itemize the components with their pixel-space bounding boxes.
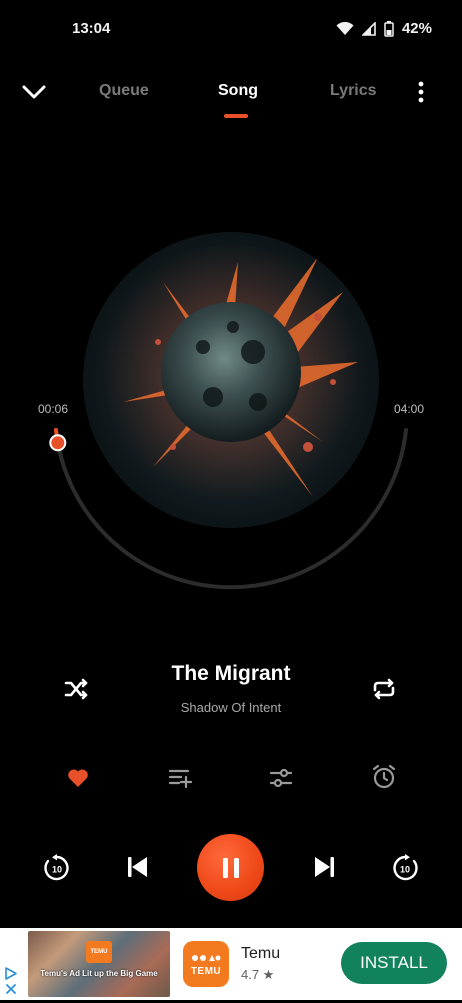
temu-icon-label: TEMU: [190, 965, 222, 977]
album-artwork: [83, 232, 379, 528]
repeat-button[interactable]: [371, 676, 397, 702]
heart-icon: [68, 769, 88, 787]
forward-seconds: 10: [400, 865, 410, 875]
skip-next-icon: [315, 857, 334, 877]
alarm-icon: [372, 764, 396, 789]
artwork-image: [101, 242, 361, 502]
ad-choices-icon: [5, 967, 17, 994]
skip-previous-icon: [128, 857, 147, 877]
equalizer-icon: [269, 768, 293, 788]
elapsed-time: 00:06: [38, 402, 69, 416]
replay-10-icon: 10: [44, 854, 69, 881]
forward-10-icon: 10: [393, 854, 418, 881]
playlist-add-icon: [168, 769, 193, 789]
sleep-timer-button[interactable]: [371, 764, 397, 790]
rewind-seconds: 10: [52, 865, 62, 875]
previous-track-button[interactable]: [126, 855, 148, 879]
repeat-icon: [373, 678, 395, 700]
pause-icon: [222, 857, 239, 878]
ad-rating: 4.7 ★: [241, 967, 275, 982]
play-pause-button[interactable]: [197, 834, 264, 901]
total-time: 04:00: [394, 402, 425, 416]
ad-thumbnail-logo: TEMU: [86, 941, 112, 963]
equalizer-button[interactable]: [269, 766, 293, 790]
forward-10-button[interactable]: 10: [390, 853, 420, 883]
ad-banner[interactable]: TEMU Temu's Ad Lit up the Big Game TEMU …: [0, 928, 462, 1000]
temu-logo-icon: [192, 954, 221, 961]
ad-app-name: Temu: [241, 945, 281, 962]
progress-thumb[interactable]: [49, 434, 67, 452]
temu-app-icon[interactable]: TEMU: [183, 941, 229, 987]
ad-choices[interactable]: [3, 964, 19, 998]
add-to-playlist-button[interactable]: [168, 766, 193, 790]
song-artist[interactable]: Shadow Of Intent: [0, 700, 462, 715]
ad-thumbnail[interactable]: TEMU Temu's Ad Lit up the Big Game: [28, 931, 170, 997]
rewind-10-button[interactable]: 10: [42, 853, 72, 883]
ad-thumbnail-caption: Temu's Ad Lit up the Big Game: [40, 969, 158, 978]
install-button[interactable]: INSTALL: [341, 942, 447, 984]
next-track-button[interactable]: [314, 855, 336, 879]
favorite-button[interactable]: [66, 766, 90, 790]
